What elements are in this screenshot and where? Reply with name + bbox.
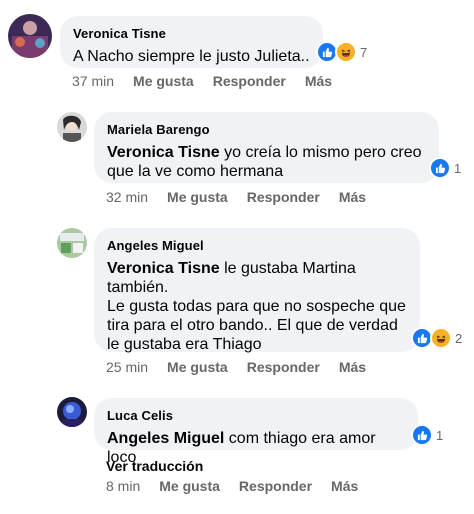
avatar[interactable] <box>57 228 87 258</box>
more-button[interactable]: Más <box>339 359 366 375</box>
more-button[interactable]: Más <box>331 478 358 494</box>
comment-author[interactable]: Angeles Miguel <box>107 238 407 253</box>
reply-button[interactable]: Responder <box>213 73 286 89</box>
comment-text: Le gusta todas para que no sospeche que … <box>107 298 406 353</box>
more-button[interactable]: Más <box>305 73 332 89</box>
like-button[interactable]: Me gusta <box>167 359 228 375</box>
comment-text: A Nacho siempre le justo Julieta.. <box>73 48 310 65</box>
mention-link[interactable]: Veronica Tisne <box>107 144 220 161</box>
like-reaction-icon <box>411 424 433 446</box>
avatar[interactable] <box>57 112 87 142</box>
like-reaction-icon <box>429 157 451 179</box>
haha-reaction-icon <box>430 327 452 349</box>
reaction-summary[interactable]: 1 <box>429 157 461 179</box>
comment-time[interactable]: 25 min <box>106 359 148 375</box>
comment-actions: 37 min Me gusta Responder Más <box>72 73 332 89</box>
reaction-count: 1 <box>436 427 444 443</box>
comment-bubble: Angeles Miguel Veronica Tisne le gustaba… <box>94 228 420 353</box>
reaction-summary[interactable]: 7 <box>316 41 367 63</box>
more-button[interactable]: Más <box>339 189 366 205</box>
see-translation-link[interactable]: Ver traducción <box>106 458 203 474</box>
like-button[interactable]: Me gusta <box>133 73 194 89</box>
comment-author[interactable]: Luca Celis <box>107 408 405 423</box>
reaction-count: 7 <box>360 44 368 60</box>
comment-text: Veronica Tisne yo creía lo mismo pero cr… <box>107 144 422 180</box>
comment-time[interactable]: 37 min <box>72 73 114 89</box>
reaction-count: 2 <box>455 330 463 346</box>
comment-actions: 8 min Me gusta Responder Más <box>106 478 358 494</box>
avatar[interactable] <box>8 14 52 58</box>
mention-link[interactable]: Veronica Tisne <box>107 260 220 277</box>
avatar[interactable] <box>57 397 87 427</box>
comment-author[interactable]: Mariela Barengo <box>107 122 426 137</box>
like-button[interactable]: Me gusta <box>159 478 220 494</box>
comment-actions: 32 min Me gusta Responder Más <box>106 189 366 205</box>
comment-time[interactable]: 32 min <box>106 189 148 205</box>
mention-link[interactable]: Angeles Miguel <box>107 430 224 447</box>
comment-text: Veronica Tisne le gustaba Martina tambié… <box>107 260 356 296</box>
haha-reaction-icon <box>335 41 357 63</box>
comment-actions: 25 min Me gusta Responder Más <box>106 359 366 375</box>
reaction-count: 1 <box>454 160 462 176</box>
comment-time[interactable]: 8 min <box>106 478 140 494</box>
reply-button[interactable]: Responder <box>239 478 312 494</box>
comment-bubble: Mariela Barengo Veronica Tisne yo creía … <box>94 112 439 183</box>
reply-button[interactable]: Responder <box>247 359 320 375</box>
reaction-summary[interactable]: 1 <box>411 424 443 446</box>
like-button[interactable]: Me gusta <box>167 189 228 205</box>
comment-bubble: Veronica Tisne A Nacho siempre le justo … <box>60 16 323 68</box>
reply-button[interactable]: Responder <box>247 189 320 205</box>
comment-bubble: Luca Celis Angeles Miguel com thiago era… <box>94 398 418 466</box>
comment-author[interactable]: Veronica Tisne <box>73 26 310 41</box>
reaction-summary[interactable]: 2 <box>411 327 462 349</box>
